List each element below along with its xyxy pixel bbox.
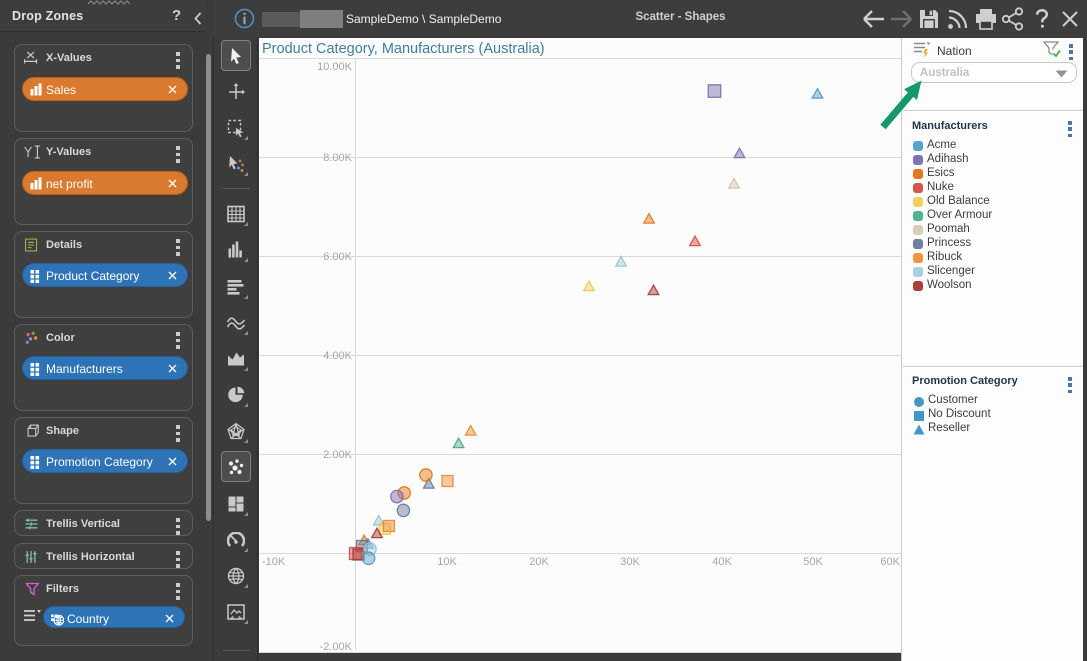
svg-text:-2.00K: -2.00K	[320, 641, 353, 650]
svg-text:40K: 40K	[712, 556, 732, 568]
svg-text:4.00K: 4.00K	[323, 350, 352, 362]
svg-text:30K: 30K	[620, 556, 640, 568]
svg-text:10K: 10K	[437, 556, 457, 568]
svg-text:20K: 20K	[529, 556, 549, 568]
svg-text:60K: 60K	[880, 556, 900, 568]
svg-text:6.00K: 6.00K	[323, 251, 352, 263]
svg-text:8.00K: 8.00K	[323, 152, 352, 164]
svg-text:-10K: -10K	[262, 556, 286, 568]
svg-text:50K: 50K	[803, 556, 823, 568]
svg-text:10.00K: 10.00K	[317, 61, 353, 73]
svg-text:2.00K: 2.00K	[323, 449, 352, 461]
